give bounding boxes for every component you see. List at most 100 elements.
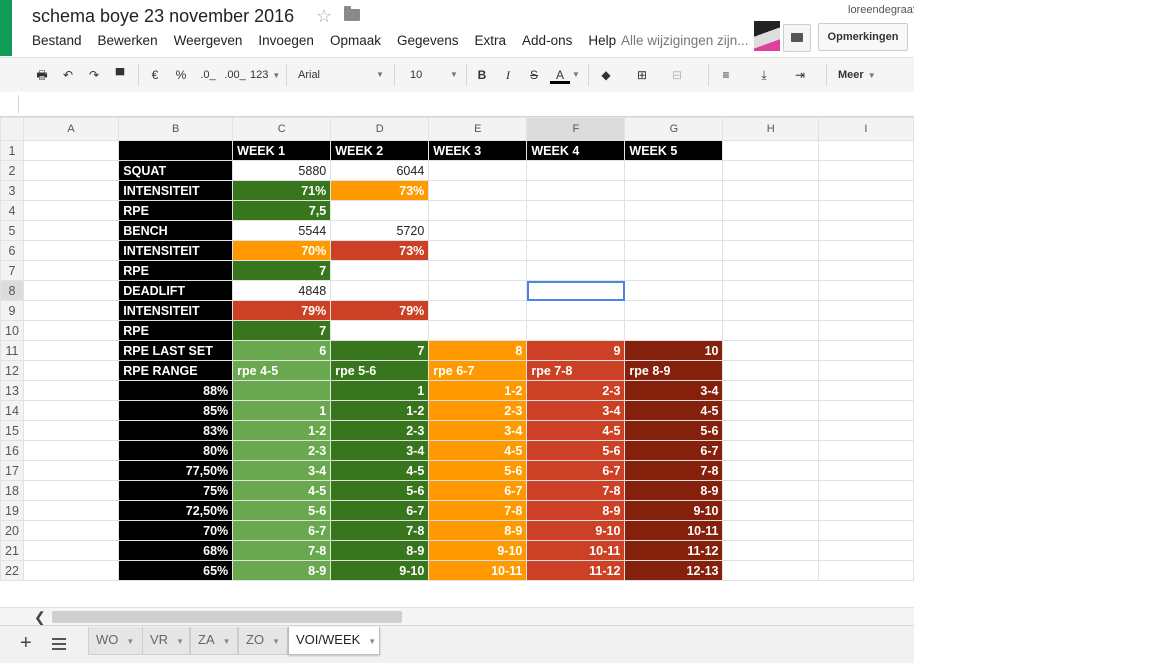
cell[interactable] <box>22 300 120 321</box>
print-icon[interactable]: 🖶 <box>34 66 50 84</box>
cell[interactable] <box>22 560 120 581</box>
scroll-left-icon[interactable]: ❮ <box>34 609 46 626</box>
menu-edit[interactable]: Bewerken <box>98 33 158 48</box>
cell[interactable]: RPE <box>118 200 234 221</box>
cell[interactable] <box>428 280 528 301</box>
paint-format-icon[interactable]: ▀ <box>112 66 128 84</box>
cell[interactable] <box>624 260 724 281</box>
cell[interactable]: 5-6 <box>624 420 724 441</box>
cell[interactable] <box>22 340 120 361</box>
cell[interactable]: 1 <box>232 400 332 421</box>
cell[interactable] <box>722 520 819 541</box>
cell[interactable] <box>22 160 120 181</box>
user-account[interactable]: loreendegraaf <box>848 4 914 16</box>
cell[interactable] <box>428 240 528 261</box>
cell[interactable] <box>330 200 430 221</box>
cell[interactable] <box>817 500 914 521</box>
menu-help[interactable]: Help <box>588 33 616 48</box>
cell[interactable] <box>624 280 724 301</box>
cell[interactable] <box>817 280 914 301</box>
row-header[interactable]: 17 <box>0 460 24 481</box>
cell[interactable]: 7 <box>330 340 430 361</box>
cell[interactable]: 73% <box>330 240 430 261</box>
all-sheets-icon[interactable] <box>52 638 66 650</box>
cell[interactable] <box>722 220 819 241</box>
cell[interactable] <box>722 240 819 261</box>
cell[interactable]: 88% <box>118 380 234 401</box>
cell[interactable]: 5-6 <box>330 480 430 501</box>
cell[interactable] <box>624 220 724 241</box>
cell[interactable] <box>817 260 914 281</box>
cell[interactable]: 8 <box>428 340 528 361</box>
menu-addons[interactable]: Add-ons <box>522 33 572 48</box>
cell[interactable] <box>22 480 120 501</box>
cell[interactable] <box>22 380 120 401</box>
cell[interactable] <box>330 280 430 301</box>
font-family-dropdown[interactable]: Arial ▼ <box>298 65 384 85</box>
cell[interactable] <box>22 320 120 341</box>
cell[interactable]: WEEK 5 <box>624 140 724 161</box>
scrollbar-thumb[interactable] <box>52 611 402 623</box>
cell[interactable]: DEADLIFT <box>118 280 234 301</box>
cell[interactable]: 10-11 <box>428 560 528 581</box>
cell[interactable]: 83% <box>118 420 234 441</box>
merge-cells-icon[interactable]: ⊟ <box>666 66 688 84</box>
cell[interactable]: 70% <box>118 520 234 541</box>
row-header[interactable]: 11 <box>0 340 24 361</box>
cell[interactable] <box>817 420 914 441</box>
cell[interactable]: RPE LAST SET <box>118 340 234 361</box>
cell[interactable] <box>526 260 626 281</box>
cell[interactable]: 5720 <box>330 220 430 241</box>
cell[interactable]: 10-11 <box>526 540 626 561</box>
cell[interactable] <box>817 480 914 501</box>
cell[interactable] <box>22 260 120 281</box>
cell[interactable] <box>526 180 626 201</box>
cell[interactable] <box>722 340 819 361</box>
cell[interactable]: 72,50% <box>118 500 234 521</box>
cell[interactable]: 1-2 <box>428 380 528 401</box>
cell[interactable]: 1-2 <box>232 420 332 441</box>
sheet-tab-zo[interactable]: ZO ▼ <box>238 627 288 655</box>
menu-data[interactable]: Gegevens <box>397 33 459 48</box>
cell[interactable]: WEEK 1 <box>232 140 332 161</box>
cell[interactable]: 5880 <box>232 160 332 181</box>
column-header[interactable]: H <box>722 117 819 141</box>
sheet-tab-voi-week[interactable]: VOI/WEEK ▼ <box>288 627 380 655</box>
row-header[interactable]: 22 <box>0 560 24 581</box>
cell[interactable] <box>330 320 430 341</box>
cell[interactable]: 2-3 <box>232 440 332 461</box>
save-status[interactable]: Alle wijzigingen zijn... <box>621 33 749 48</box>
add-sheet-icon[interactable]: + <box>20 632 32 655</box>
cell[interactable]: 73% <box>330 180 430 201</box>
cell[interactable]: 3-4 <box>526 400 626 421</box>
cell[interactable]: 6044 <box>330 160 430 181</box>
chat-button[interactable] <box>783 24 811 52</box>
number-format-dropdown[interactable]: 123 ▼ <box>250 65 280 85</box>
cell[interactable]: BENCH <box>118 220 234 241</box>
cell[interactable]: 9-10 <box>428 540 528 561</box>
cell-grid[interactable]: A B C D E F G H I 1 WEEK 1 WEEK 2 WEEK 3… <box>0 117 914 581</box>
cell[interactable]: 10 <box>624 340 724 361</box>
cell[interactable]: 4-5 <box>624 400 724 421</box>
cell[interactable]: 7 <box>232 260 332 281</box>
redo-icon[interactable]: ↷ <box>86 66 102 84</box>
cell[interactable] <box>22 500 120 521</box>
cell[interactable] <box>817 520 914 541</box>
cell[interactable] <box>722 560 819 581</box>
row-header[interactable]: 1 <box>0 140 24 161</box>
bold-button[interactable]: B <box>476 66 488 84</box>
menu-insert[interactable]: Invoegen <box>258 33 314 48</box>
cell[interactable]: 9-10 <box>330 560 430 581</box>
row-header[interactable]: 2 <box>0 160 24 181</box>
cell[interactable]: INTENSITEIT <box>118 300 234 321</box>
cell[interactable]: 75% <box>118 480 234 501</box>
percent-format-button[interactable]: % <box>174 66 188 84</box>
cell[interactable]: 68% <box>118 540 234 561</box>
cell[interactable]: WEEK 3 <box>428 140 528 161</box>
avatar[interactable] <box>754 21 780 51</box>
cell[interactable] <box>817 240 914 261</box>
currency-format-button[interactable]: € <box>148 66 162 84</box>
cell[interactable]: 70% <box>232 240 332 261</box>
cell[interactable]: INTENSITEIT <box>118 240 234 261</box>
cell[interactable]: 5-6 <box>428 460 528 481</box>
